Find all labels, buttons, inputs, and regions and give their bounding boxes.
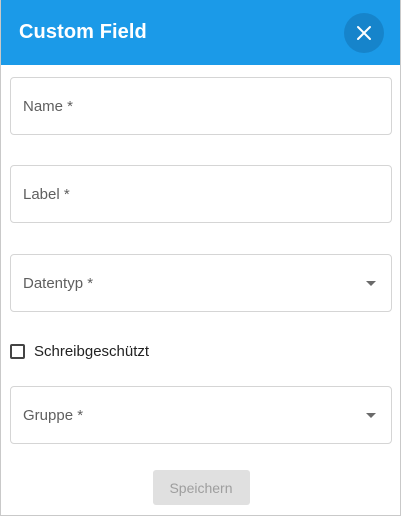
label-field[interactable]: Label * [10,165,392,223]
caret-down-icon [366,280,376,286]
name-field-label: Name * [23,97,74,115]
caret-down-icon [366,412,376,418]
group-select-label: Gruppe * [23,406,84,424]
close-icon [357,25,371,40]
group-select[interactable]: Gruppe * [10,386,392,444]
label-field-label: Label * [23,185,70,203]
close-button[interactable] [344,12,384,53]
readonly-checkbox[interactable] [10,343,25,359]
datatype-select-label: Datentyp * [23,274,94,292]
save-button[interactable]: Speichern [152,470,250,505]
readonly-checkbox-row[interactable]: Schreibgeschützt [10,341,392,361]
dialog-header: Custom Field [1,0,400,65]
name-field[interactable]: Name * [10,77,392,135]
custom-field-dialog: Custom Field Name * Label * Datentyp * S… [0,0,401,516]
dialog-body: Name * Label * Datentyp * Schreibgeschüt… [1,65,400,505]
dialog-footer: Speichern [10,470,392,505]
readonly-checkbox-label: Schreibgeschützt [34,342,150,360]
datatype-select[interactable]: Datentyp * [10,254,392,312]
dialog-title: Custom Field [19,21,147,43]
